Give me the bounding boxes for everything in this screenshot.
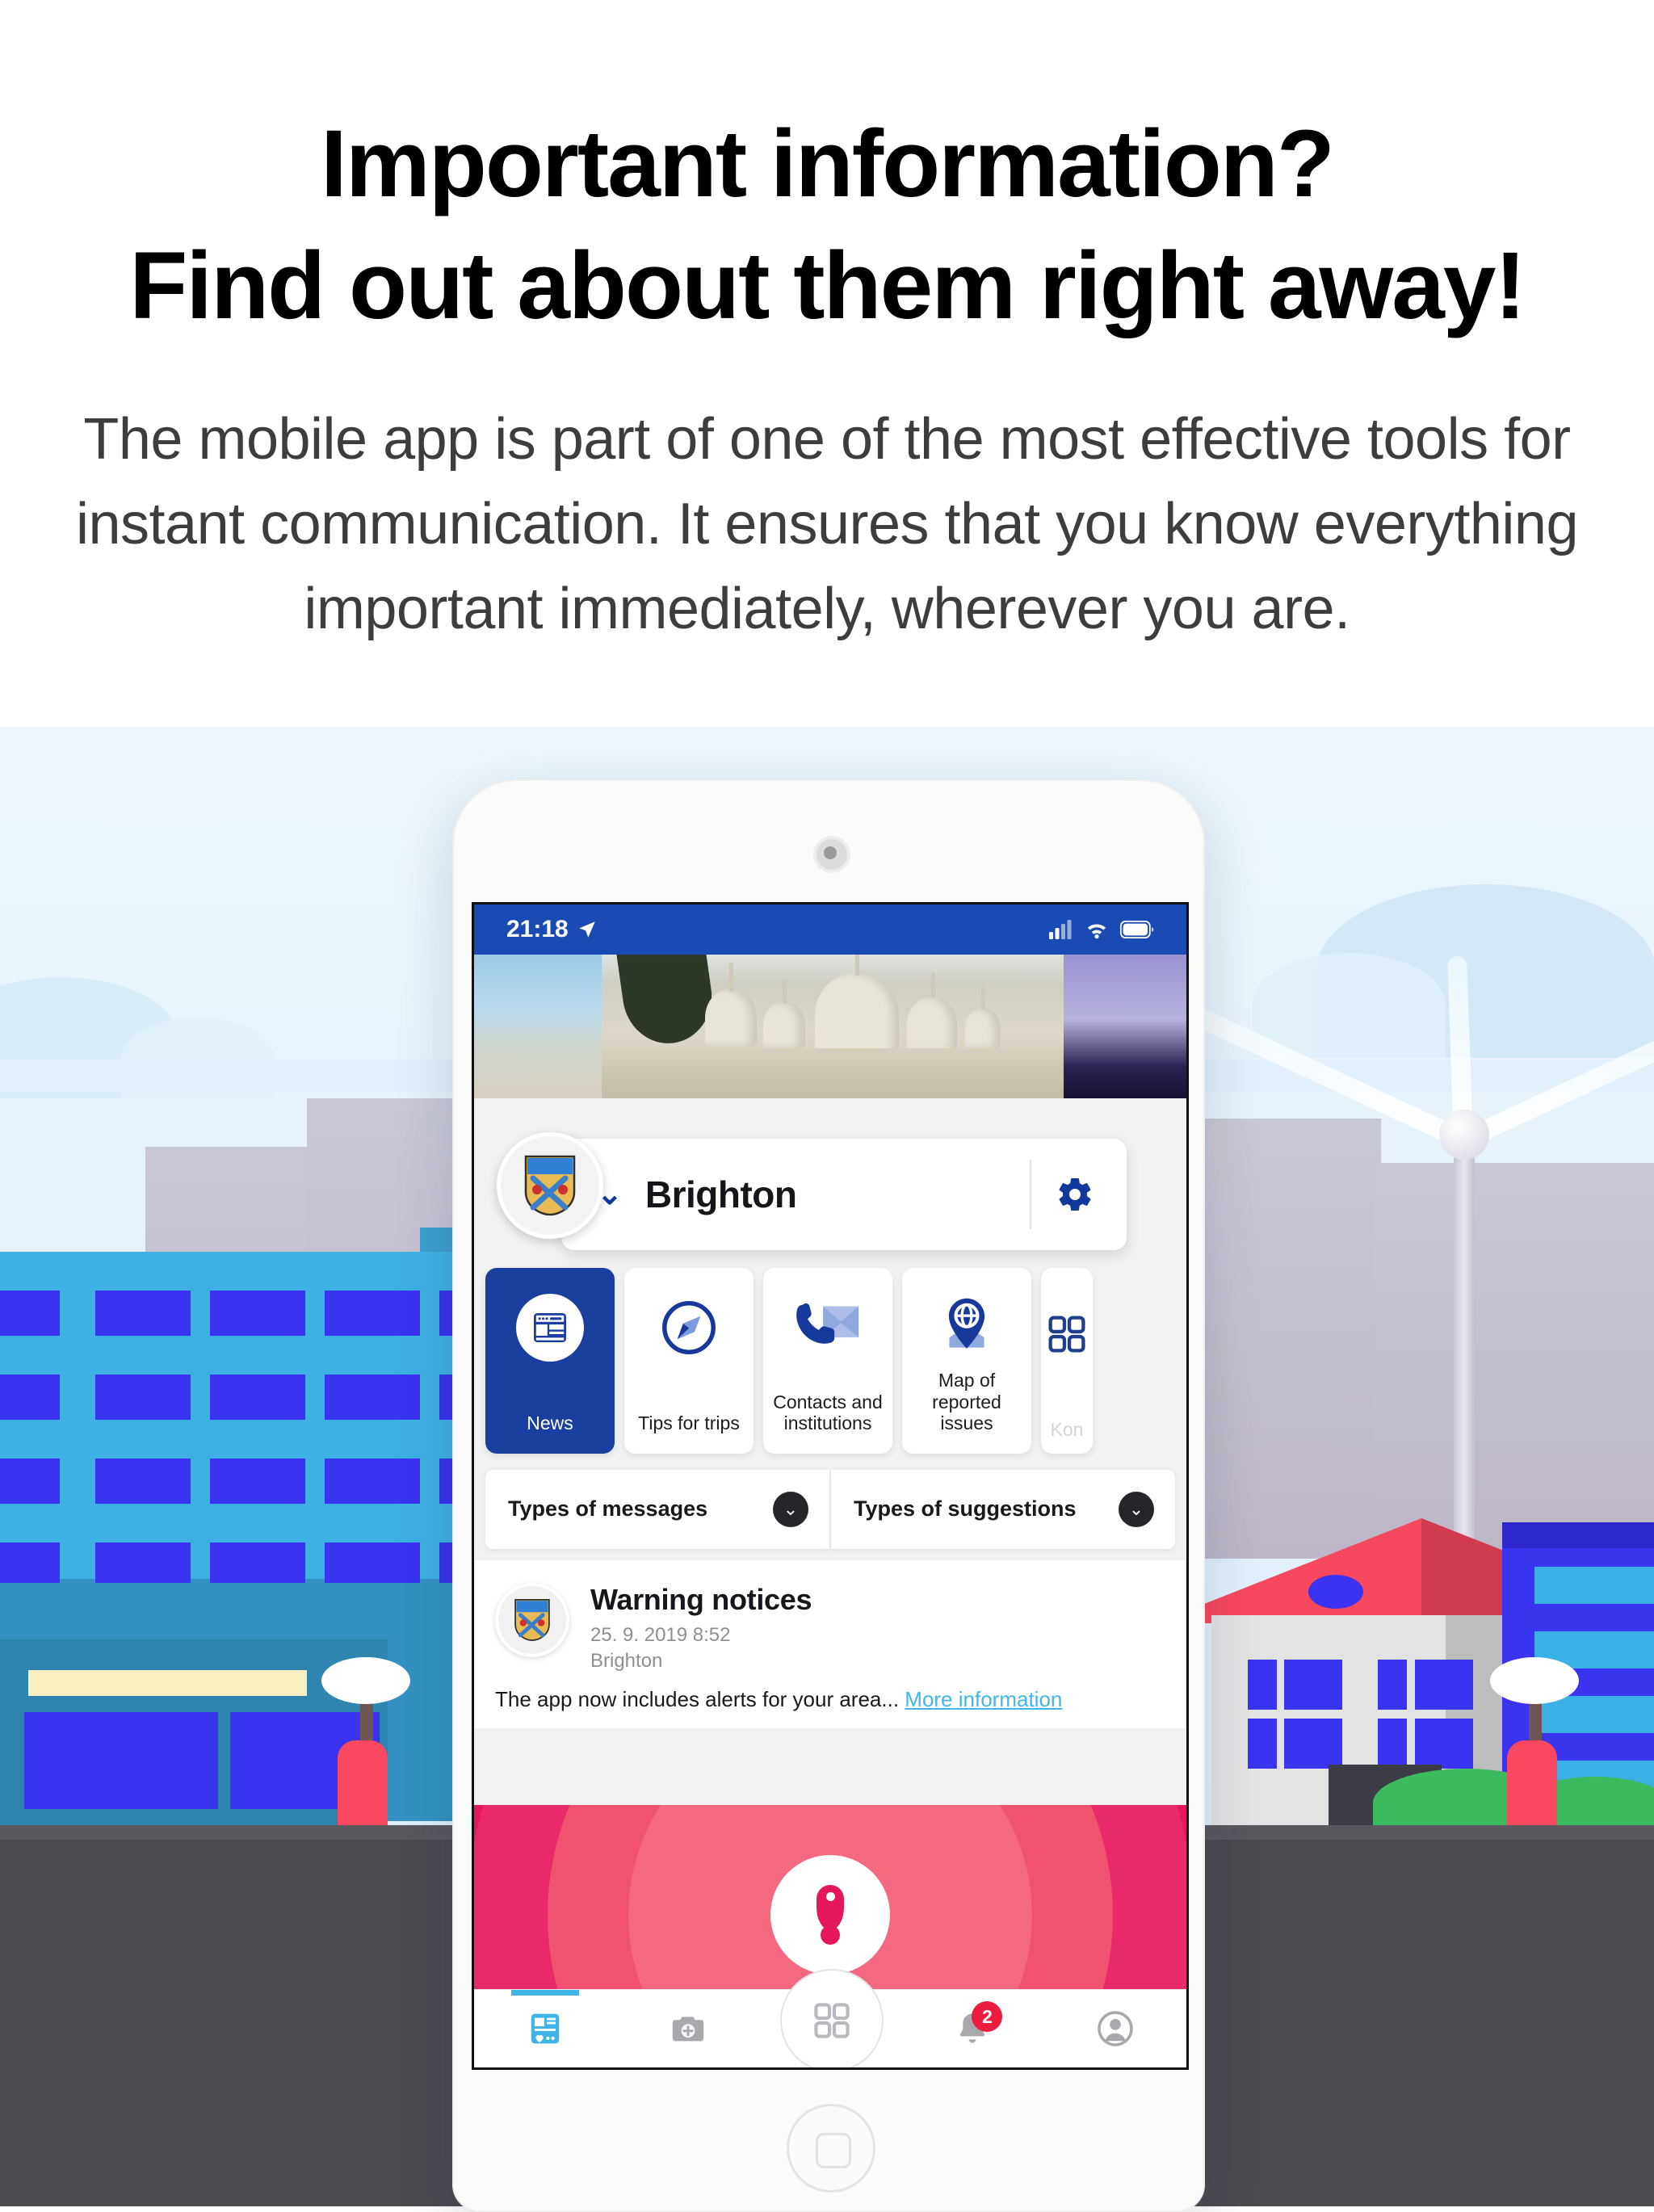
fire-hydrant [338,1740,388,1837]
headline-line-2: Find out about them right away! [129,233,1526,340]
hero-copy: Important information? Find out about th… [0,0,1654,727]
exclamation-mark-icon [770,1855,890,1975]
status-bar-right [1049,920,1154,939]
news-card-crest [495,1583,569,1657]
shop-window [24,1712,218,1809]
news-card-more-link[interactable]: More information [905,1687,1062,1711]
shop-awning [28,1670,307,1696]
tile-label: Contacts and institutions [773,1391,883,1434]
signal-bars-icon [1049,920,1072,939]
filter-row: Types of messages ⌄ Types of suggestions… [474,1470,1186,1549]
bottom-nav-profile[interactable] [1081,1990,1150,2067]
map-pin-globe-icon [936,1289,997,1366]
chevron-down-icon[interactable]: ⌄ [773,1492,808,1527]
news-card-body-text: The app now includes alerts for your are… [495,1687,900,1711]
brighton-coat-of-arms-icon [523,1154,577,1217]
news-card-body: The app now includes alerts for your are… [474,1673,1186,1728]
tile-more-partial[interactable]: Kon [1041,1268,1093,1454]
city-selector-card[interactable]: ⌄ Brighton [561,1139,1127,1250]
news-card-header: Warning notices 25. 9. 2019 8:52 Brighto… [474,1560,1186,1673]
phone-envelope-icon [792,1289,863,1366]
filter-label: Types of suggestions [854,1496,1077,1522]
bottom-nav-bar: 2 [474,1969,1186,2067]
phone-mockup: 21:18 ⌄ Brighton News Tips for trips Con… [452,779,1205,2212]
hero-photo-left [474,955,602,1098]
bottom-nav-grid[interactable] [779,1969,884,2067]
tile-news[interactable]: News [485,1268,615,1454]
wifi-icon [1088,924,1106,939]
hero-photo-pier [1064,955,1186,1098]
attic-window [1308,1575,1363,1609]
battery-icon [1120,921,1154,938]
tile-map-of-reported-issues[interactable]: Map of reported issues [902,1268,1031,1454]
notification-badge: 2 [972,2001,1003,2032]
status-bar-time: 21:18 [506,916,569,942]
profile-icon [1097,2011,1133,2046]
wind-turbine-hub [1439,1110,1489,1160]
news-card-place: Brighton [590,1650,663,1672]
tile-label: News [527,1412,573,1434]
quick-actions-row: News Tips for trips Contacts and institu… [474,1268,1186,1454]
wind-turbine-mast [1454,1131,1475,1583]
palm-tree [616,955,718,1050]
news-card-date: 25. 9. 2019 8:52 [590,1624,731,1646]
headline-line-1: Important information? [321,111,1335,217]
compass-icon [657,1289,720,1366]
phone-screen: 21:18 ⌄ Brighton News Tips for trips Con… [472,902,1189,2070]
grid-icon [1046,1289,1088,1355]
filter-types-of-suggestions[interactable]: Types of suggestions ⌄ [831,1470,1175,1549]
status-bar: 21:18 [474,905,1186,955]
page-subtitle: The mobile app is part of one of the mos… [76,407,1578,642]
city-hero-photo [474,955,1186,1098]
background-building [1373,1163,1654,1559]
cloud-shape [1252,953,1446,1058]
location-arrow-icon [578,921,595,938]
tile-label: Map of reported issues [932,1369,1001,1434]
brighton-coat-of-arms-icon [514,1597,551,1643]
city-crest-badge [497,1132,603,1239]
hero-photo-pavilion [602,955,1064,1098]
fire-hydrant [1507,1740,1557,1837]
tile-label: Tips for trips [638,1412,740,1434]
front-camera-icon [813,836,850,873]
news-card-title: Warning notices [590,1583,812,1616]
bottom-nav-camera[interactable] [653,1990,723,2067]
home-button[interactable] [787,2104,875,2193]
tile-label: Kon [1050,1419,1084,1441]
status-bar-left: 21:18 [506,916,598,943]
news-page-icon [516,1289,584,1366]
lamp-post-head [1490,1657,1579,1704]
lamp-post-head [321,1657,410,1704]
tower-window [1534,1567,1654,1604]
bottom-nav-news[interactable] [510,1990,580,2067]
filter-label: Types of messages [508,1496,708,1522]
bottom-nav-notifications[interactable]: 2 [938,1990,1007,2067]
page-root: Important information? Find out about th… [0,0,1654,2212]
right-blue-tower-cap [1502,1522,1654,1548]
bottom-nav-center-button[interactable] [779,1969,884,2067]
grid-icon [814,2003,850,2038]
news-feed-icon [531,2013,560,2044]
filter-types-of-messages[interactable]: Types of messages ⌄ [485,1470,829,1549]
gear-icon[interactable] [1056,1175,1094,1214]
page-title: Important information? Find out about th… [36,103,1618,347]
news-card-meta: Warning notices 25. 9. 2019 8:52 Brighto… [590,1583,812,1673]
active-indicator [511,1990,580,1996]
camera-add-icon [672,2017,703,2042]
tile-contacts-and-institutions[interactable]: Contacts and institutions [763,1268,892,1454]
city-name: Brighton [644,1173,797,1215]
tile-tips-for-trips[interactable]: Tips for trips [624,1268,754,1454]
news-card[interactable]: Warning notices 25. 9. 2019 8:52 Brighto… [474,1560,1186,1728]
chevron-down-icon[interactable]: ⌄ [1119,1492,1154,1527]
divider [1030,1160,1031,1229]
